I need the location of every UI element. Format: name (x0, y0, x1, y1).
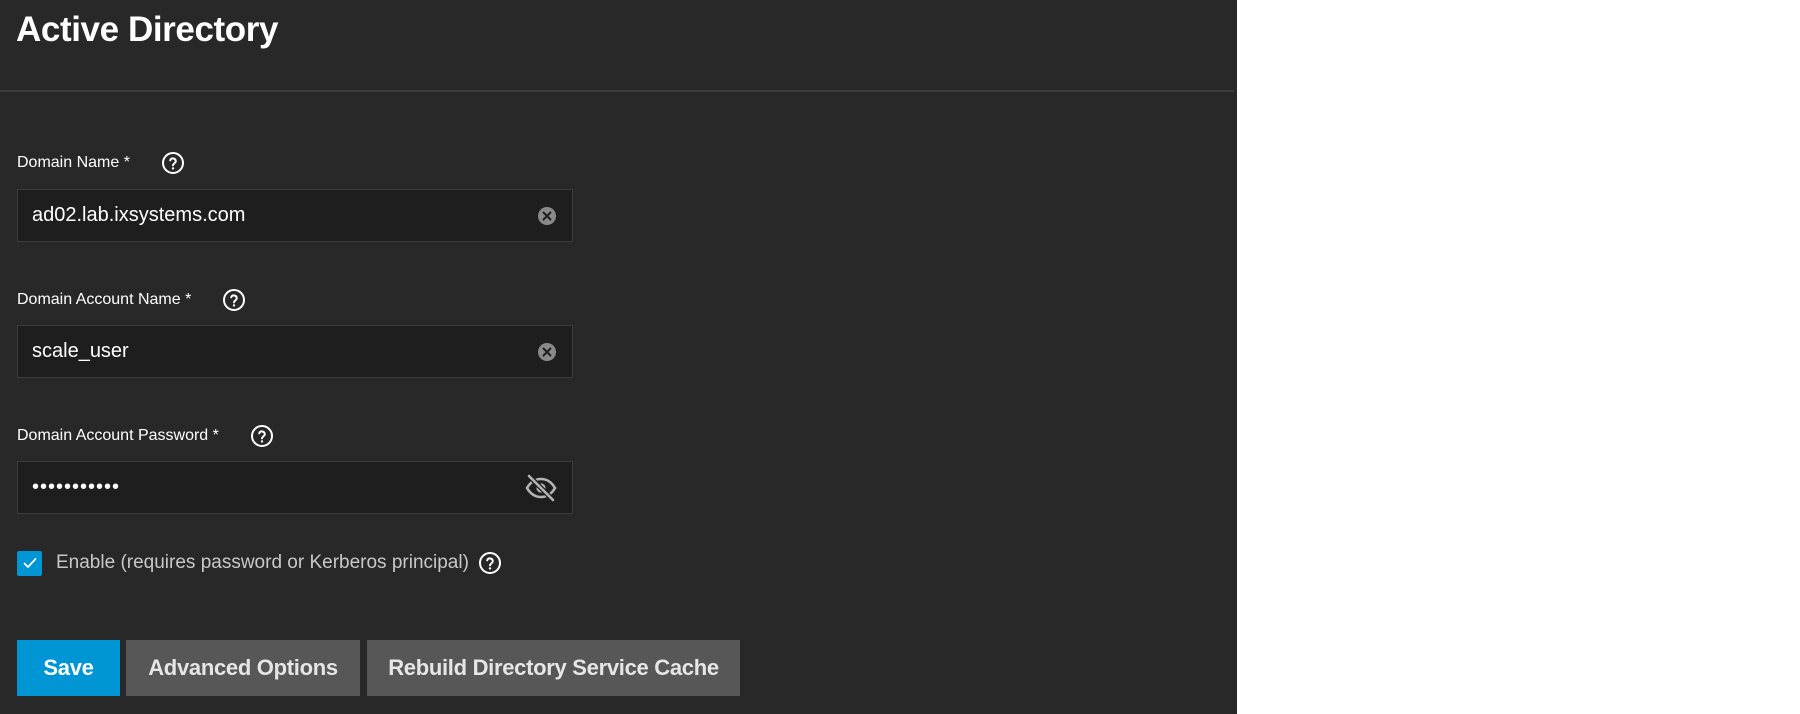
account-name-label: Domain Account Name * (17, 291, 192, 308)
domain-name-label-row: Domain Name * (17, 149, 185, 177)
enable-checkbox-row: Enable (requires password or Kerberos pr… (17, 549, 502, 577)
account-name-label-row: Domain Account Name * (17, 286, 246, 314)
account-name-field (17, 325, 573, 378)
domain-name-field (17, 189, 573, 242)
domain-name-label: Domain Name * (17, 154, 130, 171)
active-directory-panel: Active Directory Domain Name * Domain Ac… (0, 0, 1237, 714)
rebuild-cache-button[interactable]: Rebuild Directory Service Cache (367, 640, 740, 696)
advanced-options-button[interactable]: Advanced Options (126, 640, 360, 696)
domain-name-input[interactable] (32, 190, 512, 241)
save-button[interactable]: Save (17, 640, 120, 696)
account-name-input[interactable] (32, 326, 512, 377)
page-title: Active Directory (16, 10, 279, 49)
account-name-help-icon[interactable] (222, 288, 246, 312)
enable-checkbox[interactable] (17, 550, 42, 576)
visibility-off-icon[interactable] (524, 472, 558, 504)
domain-name-clear-icon[interactable] (536, 205, 558, 227)
account-password-label-row: Domain Account Password * (17, 422, 274, 450)
account-password-label: Domain Account Password * (17, 427, 219, 444)
account-name-clear-icon[interactable] (536, 341, 558, 363)
enable-help-icon[interactable] (478, 551, 502, 575)
account-password-input[interactable] (32, 462, 512, 513)
account-password-help-icon[interactable] (250, 424, 274, 448)
page-header: Active Directory (0, 0, 1234, 92)
blank-area (1237, 0, 1800, 714)
domain-name-help-icon[interactable] (161, 151, 185, 175)
account-password-field (17, 461, 573, 514)
enable-checkbox-label[interactable]: Enable (requires password or Kerberos pr… (56, 552, 469, 574)
check-icon (23, 558, 36, 568)
